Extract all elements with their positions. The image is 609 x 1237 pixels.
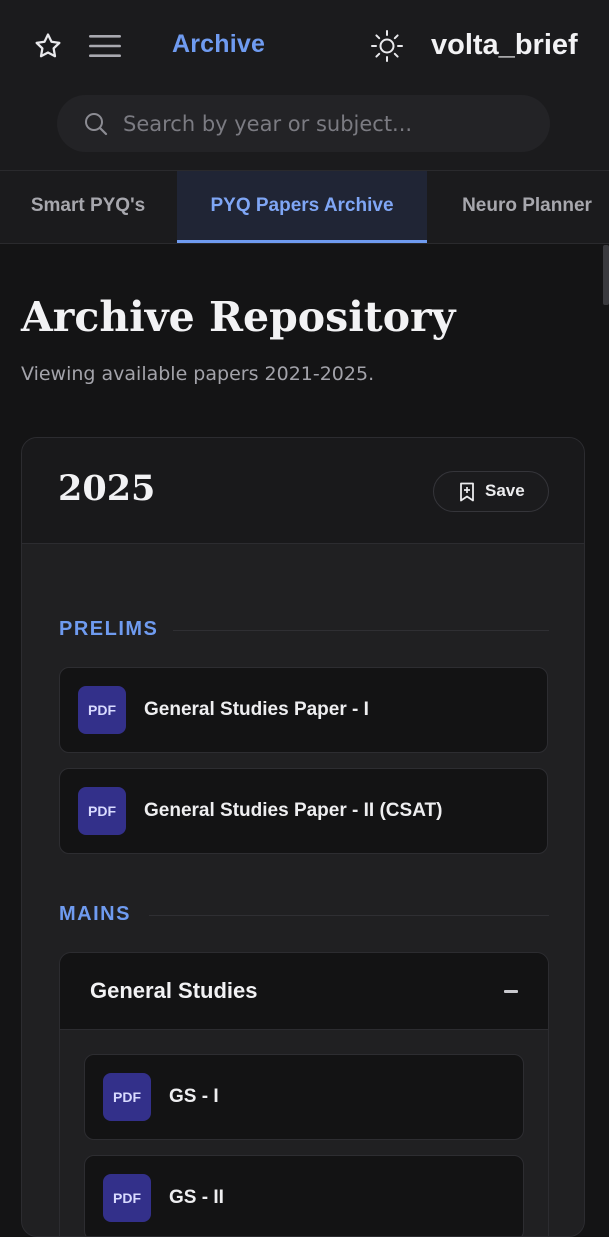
paper-item[interactable]: PDF General Studies Paper - II (CSAT)	[59, 768, 548, 854]
section-label-prelims: PRELIMS	[59, 618, 159, 640]
paper-item[interactable]: PDF GS - II	[84, 1155, 524, 1236]
section-divider	[149, 915, 549, 916]
page-title: Archive Repository	[21, 293, 456, 341]
paper-title: General Studies Paper - I	[144, 699, 369, 720]
scrollbar-thumb[interactable]	[603, 245, 609, 305]
menu-icon[interactable]	[88, 32, 122, 60]
bookmark-add-icon	[460, 482, 474, 502]
general-studies-group: General Studies PDF GS - I PDF GS - II	[59, 952, 549, 1236]
tab-neuro-planner[interactable]: Neuro Planner	[427, 171, 609, 243]
section-divider	[173, 630, 549, 631]
app-header: Archive volta_brief	[0, 0, 609, 171]
search-input[interactable]	[123, 95, 533, 152]
search-bar[interactable]	[57, 95, 550, 152]
page-subtitle: Viewing available papers 2021-2025.	[21, 363, 375, 385]
pdf-badge: PDF	[103, 1174, 151, 1222]
tab-pyq-papers-archive[interactable]: PYQ Papers Archive	[177, 171, 427, 243]
paper-title: GS - II	[169, 1187, 224, 1208]
brand-section-title[interactable]: Archive	[172, 30, 265, 59]
group-title: General Studies	[90, 978, 258, 1003]
sun-icon[interactable]	[369, 28, 405, 64]
save-button[interactable]: Save	[433, 471, 549, 512]
star-icon[interactable]	[33, 31, 63, 61]
collapse-icon[interactable]	[504, 990, 518, 993]
brand-name[interactable]: volta_brief	[431, 29, 578, 62]
paper-title: General Studies Paper - II (CSAT)	[144, 800, 443, 821]
pdf-badge: PDF	[78, 787, 126, 835]
year-title: 2025	[58, 468, 156, 509]
year-card: 2025 Save PRELIMS PDF General Studies Pa…	[21, 437, 585, 1237]
paper-item[interactable]: PDF GS - I	[84, 1054, 524, 1140]
save-button-label: Save	[485, 481, 525, 500]
pdf-badge: PDF	[103, 1073, 151, 1121]
year-card-header: 2025 Save	[22, 438, 584, 544]
pdf-badge: PDF	[78, 686, 126, 734]
search-icon	[85, 113, 108, 136]
tab-smart-pyqs[interactable]: Smart PYQ's	[0, 171, 176, 243]
paper-item[interactable]: PDF General Studies Paper - I	[59, 667, 548, 753]
general-studies-header[interactable]: General Studies	[60, 953, 548, 1030]
section-label-mains: MAINS	[59, 903, 131, 925]
paper-title: GS - I	[169, 1086, 219, 1107]
tab-bar: Smart PYQ's PYQ Papers Archive Neuro Pla…	[0, 171, 609, 244]
